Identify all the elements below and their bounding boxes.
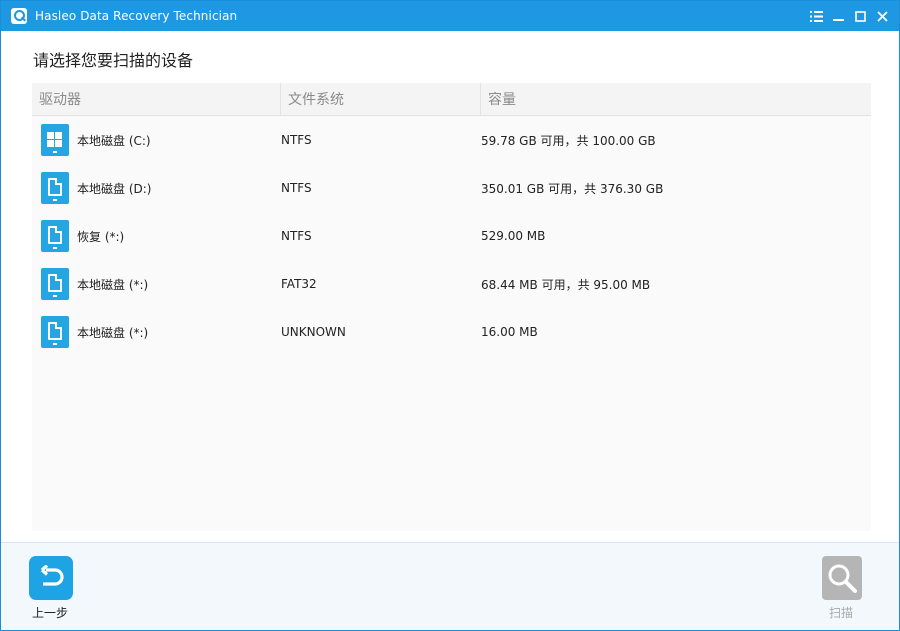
window-controls [805,1,893,31]
capacity-cell: 59.78 GB 可用，共 100.00 GB [481,133,656,148]
document-drive-icon [41,172,69,204]
capacity-cell: 16.00 MB [481,325,538,339]
drive-name: 本地磁盘 (D:) [77,181,152,196]
page-heading: 请选择您要扫描的设备 [33,51,194,70]
column-header-capacity[interactable]: 容量 [481,83,871,115]
back-button[interactable] [29,556,73,600]
window-title: Hasleo Data Recovery Technician [35,9,238,23]
scan-button-label[interactable]: 扫描 [829,604,853,621]
table-row[interactable]: 恢复 (*:) NTFS 529.00 MB [32,212,871,260]
drive-cell: 本地磁盘 (*:) [32,268,281,300]
drive-name: 恢复 (*:) [77,229,125,244]
column-header-drive[interactable]: 驱动器 [32,83,281,115]
app-window: Hasleo Data Recovery Technician 请选择您要扫描的… [0,0,900,631]
column-header-filesystem[interactable]: 文件系统 [281,83,481,115]
footer-bar: 上一步 扫描 [1,542,899,630]
title-bar: Hasleo Data Recovery Technician [1,1,899,31]
scan-button[interactable] [822,556,862,600]
filesystem-cell: NTFS [281,181,312,195]
drive-name: 本地磁盘 (*:) [77,325,149,340]
capacity-cell: 68.44 MB 可用，共 95.00 MB [481,277,651,292]
drive-cell: 本地磁盘 (C:) [32,124,281,156]
table-row[interactable]: 本地磁盘 (C:) NTFS 59.78 GB 可用，共 100.00 GB [32,116,871,164]
drive-cell: 本地磁盘 (D:) [32,172,281,204]
drive-cell: 本地磁盘 (*:) [32,316,281,348]
drive-cell: 恢复 (*:) [32,220,281,252]
capacity-cell: 529.00 MB [481,229,546,243]
document-drive-icon [41,316,69,348]
device-table: 驱动器 文件系统 容量 本地磁盘 (C:) NTFS 59.78 GB 可用，共… [32,83,871,531]
restore-icon[interactable] [849,5,871,27]
app-search-icon [11,8,27,24]
document-drive-icon [41,220,69,252]
table-row[interactable]: 本地磁盘 (*:) UNKNOWN 16.00 MB [32,308,871,356]
close-icon[interactable] [871,5,893,27]
filesystem-cell: FAT32 [281,277,317,291]
windows-drive-icon [41,124,69,156]
back-arrow-icon [40,565,64,586]
menu-list-icon[interactable] [805,5,827,27]
capacity-cell: 350.01 GB 可用，共 376.30 GB [481,181,664,196]
back-button-label[interactable]: 上一步 [32,604,68,621]
minimize-icon[interactable] [827,5,849,27]
drive-name: 本地磁盘 (*:) [77,277,149,292]
table-row[interactable]: 本地磁盘 (D:) NTFS 350.01 GB 可用，共 376.30 GB [32,164,871,212]
document-drive-icon [41,268,69,300]
table-row[interactable]: 本地磁盘 (*:) FAT32 68.44 MB 可用，共 95.00 MB [32,260,871,308]
filesystem-cell: UNKNOWN [281,325,346,339]
drive-name: 本地磁盘 (C:) [77,133,151,148]
table-header: 驱动器 文件系统 容量 [32,83,871,116]
magnifier-icon [828,564,857,593]
filesystem-cell: NTFS [281,133,312,147]
filesystem-cell: NTFS [281,229,312,243]
